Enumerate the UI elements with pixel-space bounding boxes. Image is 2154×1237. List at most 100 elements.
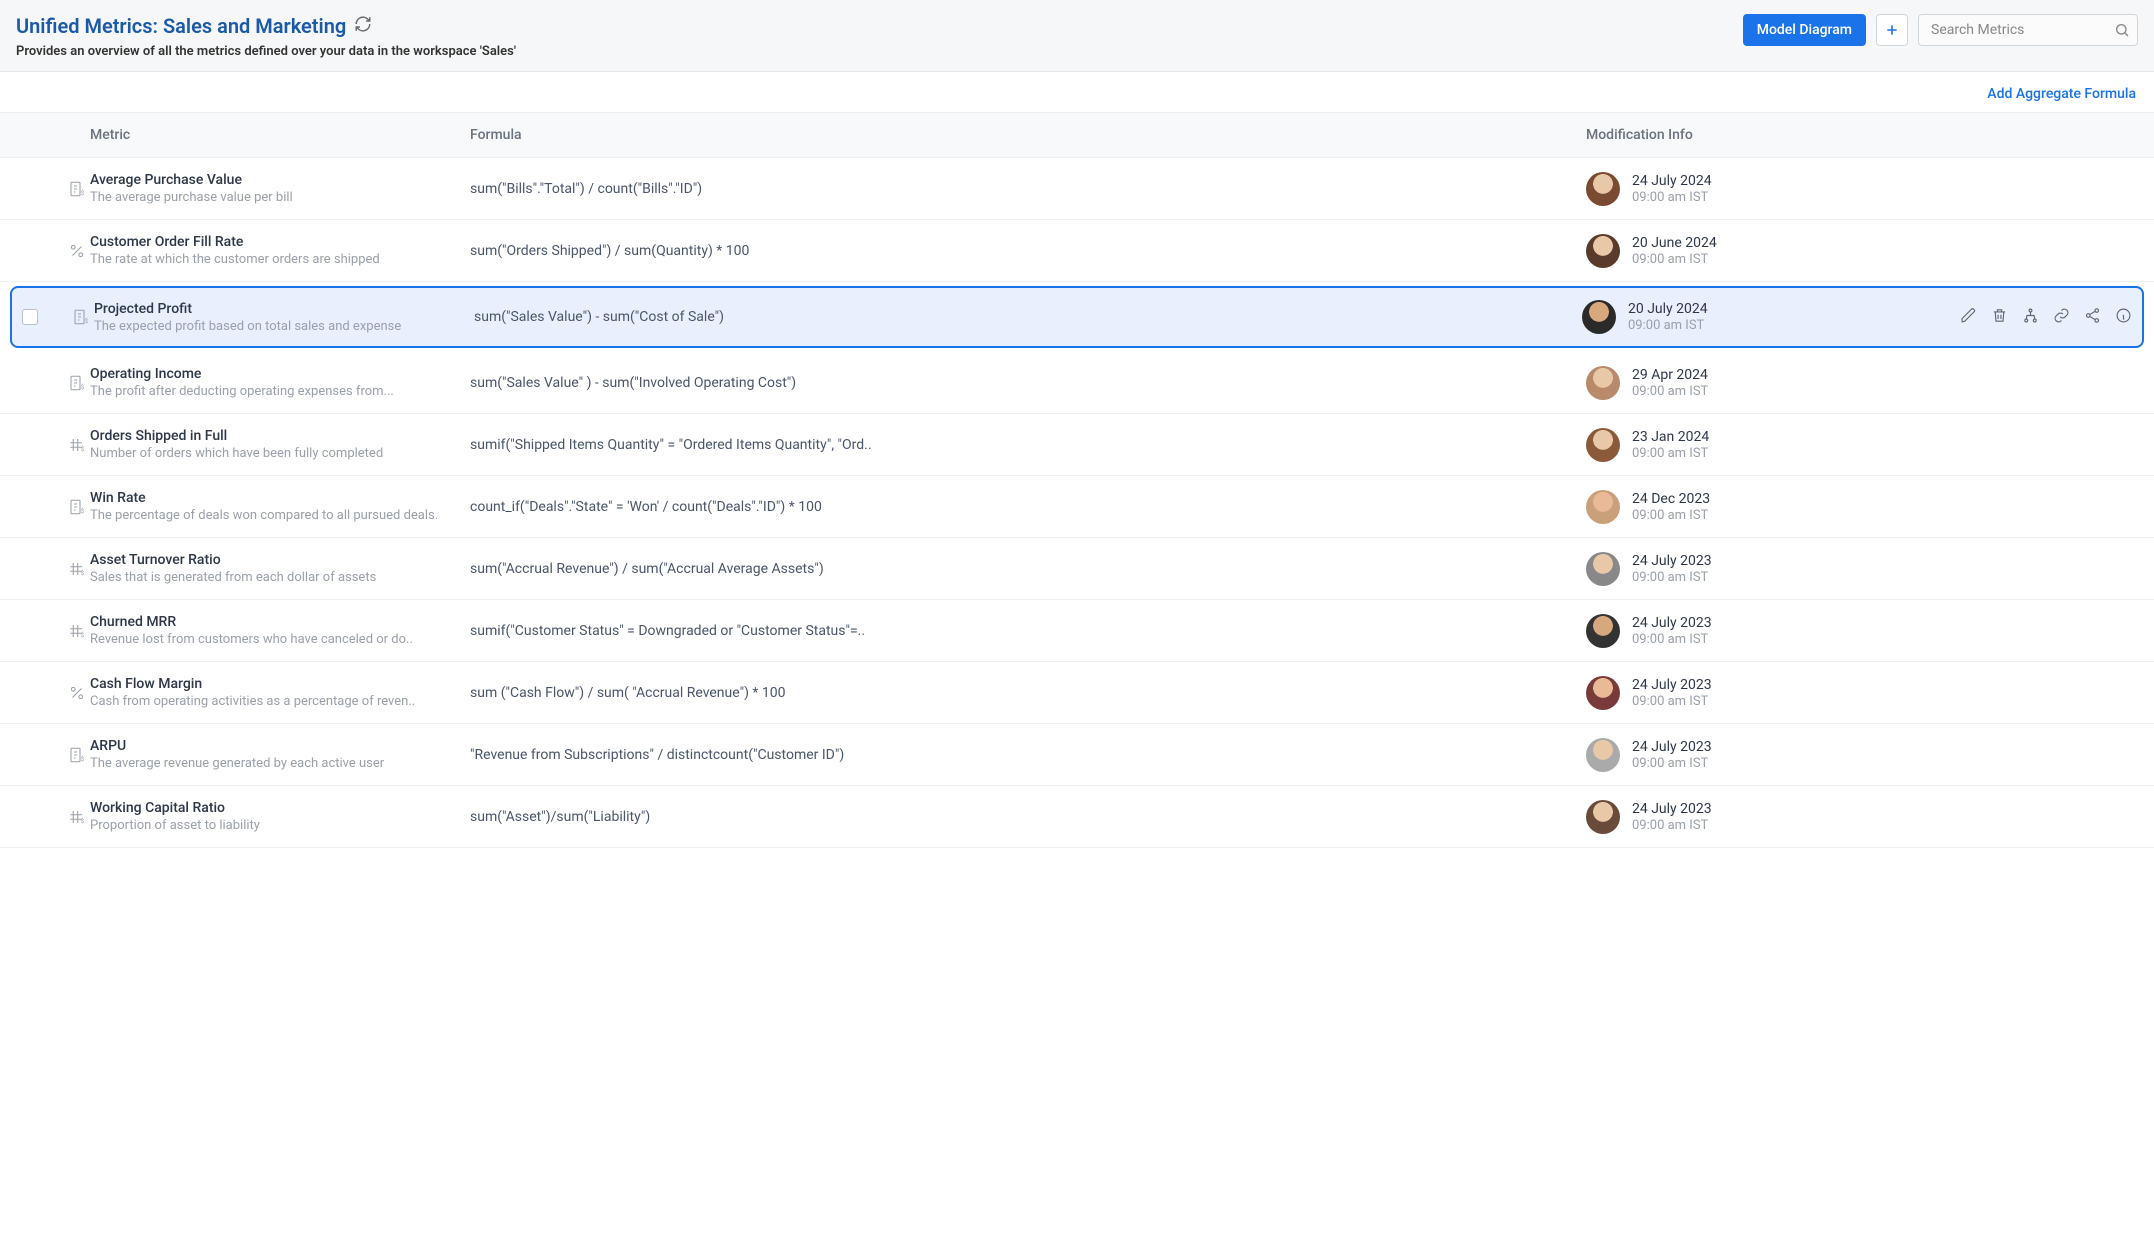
metrics-table: Metric Formula Modification Info Average…	[0, 112, 2154, 848]
avatar	[1586, 738, 1620, 772]
avatar	[1586, 428, 1620, 462]
model-diagram-button[interactable]: Model Diagram	[1743, 14, 1866, 46]
avatar	[1586, 172, 1620, 206]
metric-description: The expected profit based on total sales…	[94, 319, 474, 334]
search-input[interactable]	[1918, 14, 2138, 46]
avatar	[1586, 234, 1620, 268]
share-icon[interactable]	[2084, 307, 2101, 328]
search-wrap	[1918, 14, 2138, 46]
metric-description: The average purchase value per bill	[90, 190, 470, 205]
modified-time: 09:00 am IST	[1632, 384, 1708, 399]
modified-date: 24 July 2023	[1632, 615, 1712, 631]
avatar	[1586, 366, 1620, 400]
table-row[interactable]: Cash Flow Margin Cash from operating acti…	[0, 662, 2154, 724]
refresh-icon[interactable]	[354, 15, 372, 37]
metric-formula: sum("Orders Shipped") / sum(Quantity) * …	[470, 243, 1586, 259]
link-icon[interactable]	[2053, 307, 2070, 328]
modified-time: 09:00 am IST	[1632, 756, 1712, 771]
metric-type-icon	[64, 684, 90, 702]
metric-type-icon	[64, 180, 90, 198]
table-row[interactable]: Customer Order Fill Rate The rate at whic…	[0, 220, 2154, 282]
modified-time: 09:00 am IST	[1632, 252, 1717, 267]
info-icon[interactable]	[2115, 307, 2132, 328]
metric-formula: sumif("Customer Status" = Downgraded or …	[470, 623, 1586, 639]
col-header-metric: Metric	[90, 127, 470, 143]
add-button[interactable]	[1876, 14, 1908, 46]
metric-type-icon	[64, 498, 90, 516]
metric-formula: sum("Sales Value") - sum("Cost of Sale")	[474, 309, 1582, 325]
modified-date: 24 July 2023	[1632, 677, 1712, 693]
metric-type-icon	[64, 746, 90, 764]
table-row[interactable]: Average Purchase Value The average purcha…	[0, 158, 2154, 220]
table-row[interactable]: Win Rate The percentage of deals won comp…	[0, 476, 2154, 538]
modified-date: 24 Dec 2023	[1632, 491, 1710, 507]
metric-name: ARPU	[90, 738, 470, 754]
avatar	[1582, 300, 1616, 334]
col-header-modification: Modification Info	[1586, 127, 1946, 143]
metric-description: The average revenue generated by each ac…	[90, 756, 470, 771]
modified-date: 24 July 2023	[1632, 739, 1712, 755]
metric-type-icon	[64, 436, 90, 454]
metric-description: Sales that is generated from each dollar…	[90, 570, 470, 585]
metric-name: Win Rate	[90, 490, 470, 506]
modified-time: 09:00 am IST	[1628, 318, 1708, 333]
table-row[interactable]: Projected Profit The expected profit base…	[10, 286, 2144, 348]
modified-date: 29 Apr 2024	[1632, 367, 1708, 383]
metric-description: Revenue lost from customers who have can…	[90, 632, 470, 647]
metric-type-icon	[64, 808, 90, 826]
table-row[interactable]: Churned MRRRevenue lost from customers w…	[0, 600, 2154, 662]
row-checkbox[interactable]	[22, 309, 38, 325]
metric-name: Projected Profit	[94, 301, 474, 317]
modified-time: 09:00 am IST	[1632, 446, 1709, 461]
metric-formula: "Revenue from Subscriptions" / distinctc…	[470, 747, 1586, 763]
delete-icon[interactable]	[1991, 307, 2008, 328]
metric-name: Customer Order Fill Rate	[90, 234, 470, 250]
metric-name: Operating Income	[90, 366, 470, 382]
modified-time: 09:00 am IST	[1632, 632, 1712, 647]
page-subtitle: Provides an overview of all the metrics …	[16, 44, 516, 59]
avatar	[1586, 614, 1620, 648]
metric-formula: sum("Sales Value" ) - sum("Involved Oper…	[470, 375, 1586, 391]
metric-name: Working Capital Ratio	[90, 800, 470, 816]
table-row[interactable]: Asset Turnover Ratio Sales that is genera…	[0, 538, 2154, 600]
avatar	[1586, 490, 1620, 524]
avatar	[1586, 800, 1620, 834]
modified-date: 24 July 2024	[1632, 173, 1712, 189]
metric-description: The percentage of deals won compared to …	[90, 508, 470, 523]
modified-date: 20 June 2024	[1632, 235, 1717, 251]
table-row[interactable]: Orders Shipped in FullNumber of orders w…	[0, 414, 2154, 476]
metric-description: The profit after deducting operating exp…	[90, 384, 470, 399]
table-row[interactable]: Working Capital Ratio Proportion of asset…	[0, 786, 2154, 848]
avatar	[1586, 676, 1620, 710]
table-body: Average Purchase Value The average purcha…	[0, 158, 2154, 848]
metric-description: Proportion of asset to liability	[90, 818, 470, 833]
title-block: Unified Metrics: Sales and Marketing Pro…	[16, 14, 516, 59]
hierarchy-icon[interactable]	[2022, 307, 2039, 328]
modified-date: 24 July 2023	[1632, 553, 1712, 569]
table-row[interactable]: Operating Income The profit after deducti…	[0, 352, 2154, 414]
modified-date: 23 Jan 2024	[1632, 429, 1709, 445]
table-row[interactable]: ARPU The average revenue generated by eac…	[0, 724, 2154, 786]
metric-name: Orders Shipped in Full	[90, 428, 470, 444]
header-actions: Model Diagram	[1743, 14, 2138, 46]
metric-formula: sum ("Cash Flow") / sum( "Accrual Revenu…	[470, 685, 1586, 701]
metric-description: The rate at which the customer orders ar…	[90, 252, 470, 267]
search-icon	[2114, 22, 2130, 42]
metric-type-icon	[64, 622, 90, 640]
modified-date: 20 July 2024	[1628, 301, 1708, 317]
metric-description: Cash from operating activities as a perc…	[90, 694, 470, 709]
modified-time: 09:00 am IST	[1632, 818, 1712, 833]
metric-formula: sum("Bills"."Total") / count("Bills"."ID…	[470, 181, 1586, 197]
metric-name: Cash Flow Margin	[90, 676, 470, 692]
metric-type-icon	[64, 242, 90, 260]
modified-date: 24 July 2023	[1632, 801, 1712, 817]
add-aggregate-formula-link[interactable]: Add Aggregate Formula	[1987, 86, 2136, 102]
metric-formula: sumif("Shipped Items Quantity" = "Ordere…	[470, 437, 1586, 453]
metric-type-icon	[68, 308, 94, 326]
metric-name: Average Purchase Value	[90, 172, 470, 188]
metric-name: Asset Turnover Ratio	[90, 552, 470, 568]
metric-formula: sum("Asset")/sum("Liability")	[470, 809, 1586, 825]
avatar	[1586, 552, 1620, 586]
edit-icon[interactable]	[1960, 307, 1977, 328]
modified-time: 09:00 am IST	[1632, 508, 1710, 523]
